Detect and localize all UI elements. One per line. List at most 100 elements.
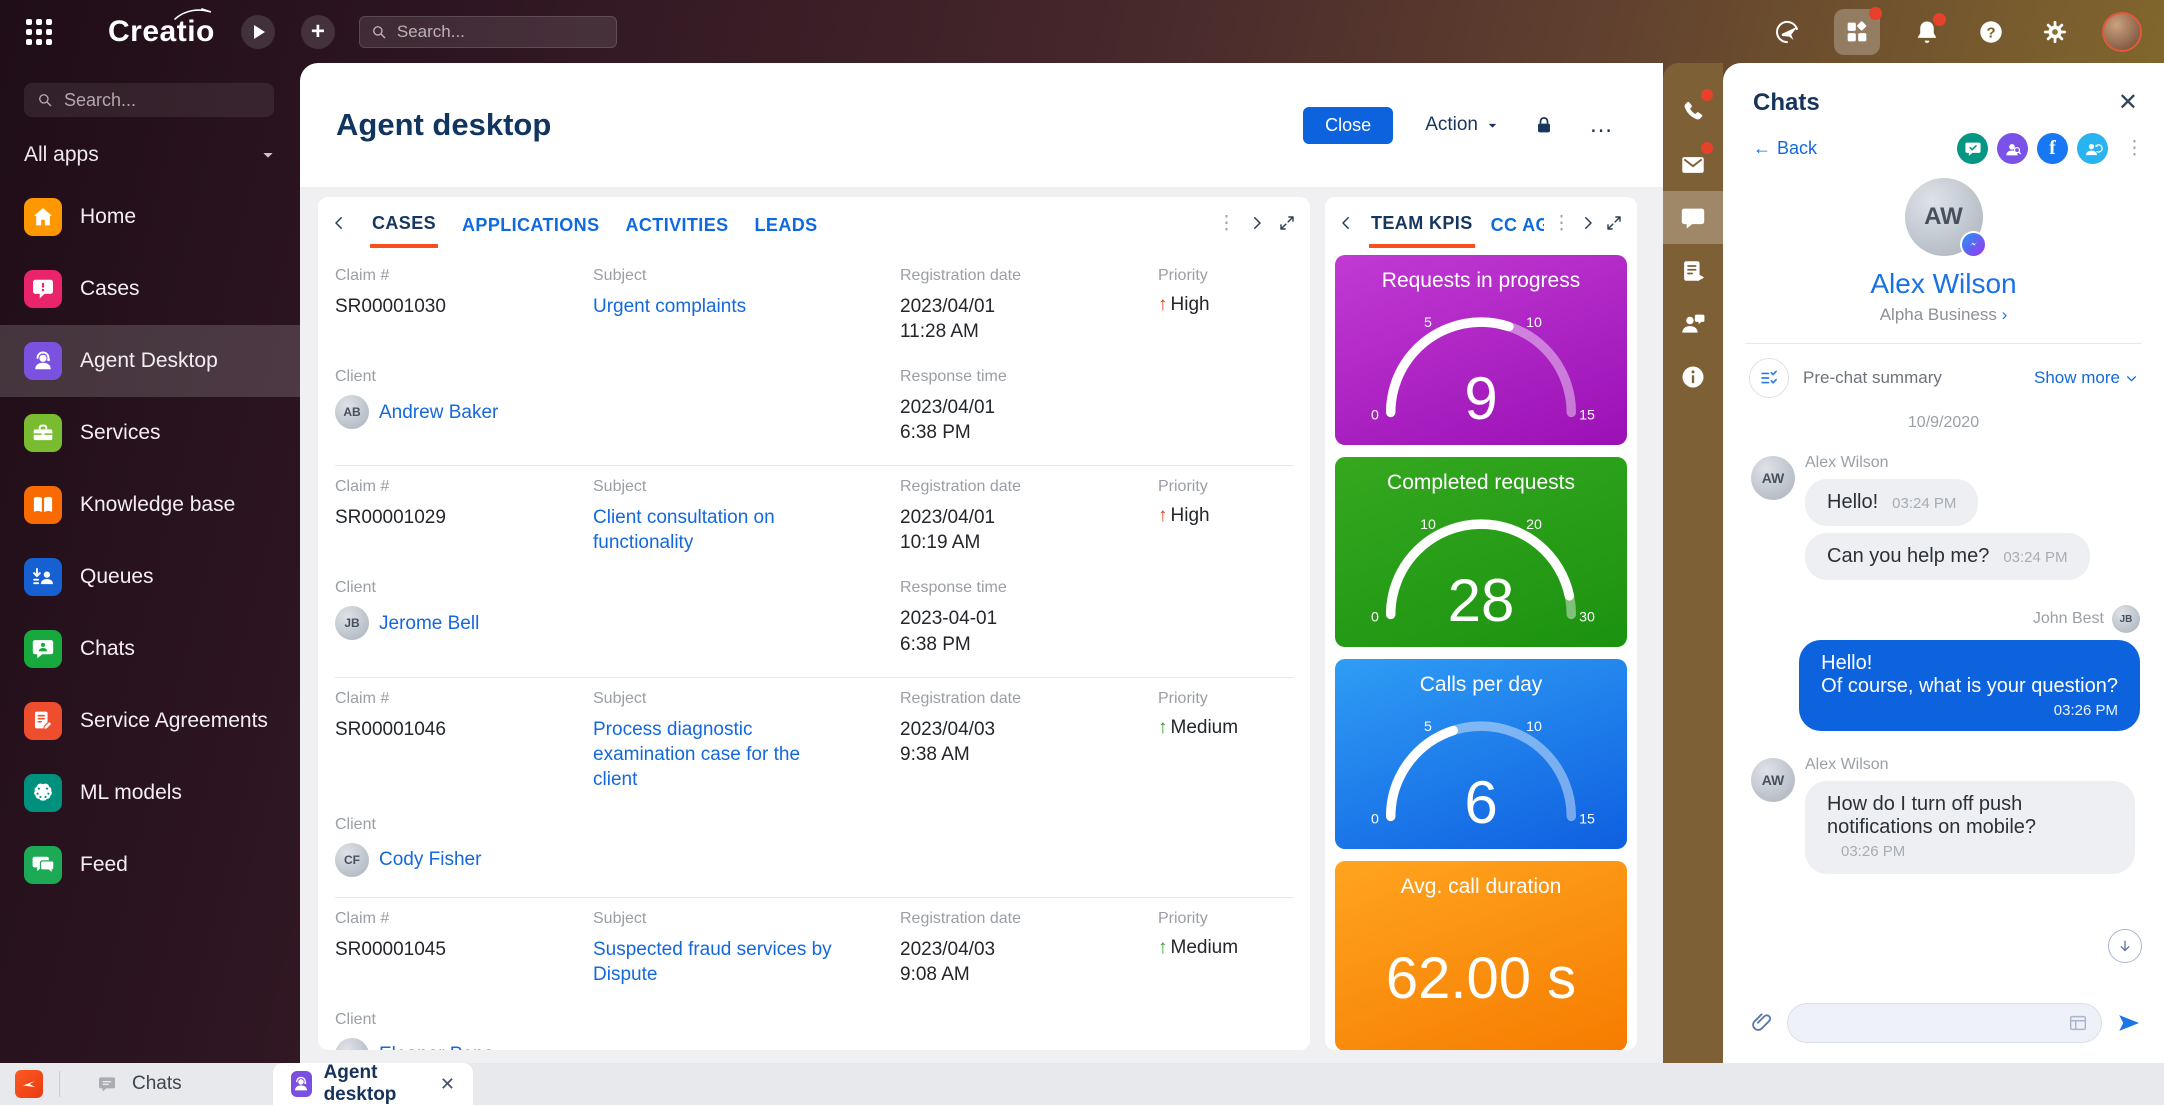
- email-icon[interactable]: [1663, 138, 1723, 191]
- client-link[interactable]: Jerome Bell: [379, 611, 479, 636]
- workspace-selector[interactable]: All apps: [24, 143, 276, 167]
- sidebar-item-home[interactable]: Home: [0, 181, 300, 253]
- app-grid-icon[interactable]: [22, 15, 56, 49]
- claim-value: SR00001045: [335, 937, 593, 962]
- sidebar-item-services[interactable]: Services: [0, 397, 300, 469]
- subject-cell: Subject Urgent complaints: [593, 267, 900, 344]
- client-link[interactable]: Eleanor Pena: [379, 1042, 494, 1050]
- contact-name-link[interactable]: Alex Wilson: [1723, 268, 2164, 300]
- web-chat-channel-icon[interactable]: [1957, 133, 1988, 164]
- send-message-icon[interactable]: [2114, 1009, 2142, 1037]
- chats-icon[interactable]: [1663, 191, 1723, 244]
- subject-link[interactable]: Client consultation on functionality: [593, 505, 848, 555]
- subject-link[interactable]: Urgent complaints: [593, 294, 848, 319]
- portal-channel-icon[interactable]: [1997, 133, 2028, 164]
- sidebar-item-queues[interactable]: Queues: [0, 541, 300, 613]
- calls-icon[interactable]: [1663, 85, 1723, 138]
- tabs-scroll-right-icon[interactable]: [1248, 214, 1266, 232]
- tab-team-kpis[interactable]: TEAM KPIS: [1369, 199, 1475, 248]
- tab-cc-agent-home[interactable]: CC AGENT HO: [1489, 201, 1544, 246]
- close-icon[interactable]: ✕: [440, 1074, 455, 1095]
- sidebar-item-service-agreements[interactable]: Service Agreements: [0, 685, 300, 757]
- communication-panel-icon[interactable]: [1770, 15, 1804, 49]
- close-button[interactable]: Close: [1303, 107, 1393, 144]
- sidebar-item-agent-desktop[interactable]: Agent Desktop: [0, 325, 300, 397]
- message-template-icon[interactable]: [2067, 1012, 2089, 1034]
- message-bubbles: Hello!03:24 PMCan you help me?03:24 PM: [1805, 479, 2140, 587]
- transfer-chat-icon[interactable]: [2077, 133, 2108, 164]
- case-row[interactable]: Claim # SR00001029 Subject Client consul…: [335, 466, 1293, 677]
- response-time-cell: Response time 2023/04/01 6:38 PM: [900, 368, 1293, 445]
- subject-link[interactable]: Process diagnostic examination case for …: [593, 717, 848, 792]
- claim-cell: Claim # SR00001045: [335, 910, 593, 987]
- case-row[interactable]: Claim # SR00001030 Subject Urgent compla…: [335, 255, 1293, 466]
- tab-kebab-icon[interactable]: ⋮: [1552, 221, 1571, 226]
- cases-feed-icon[interactable]: [1663, 244, 1723, 297]
- sidebar-item-cases[interactable]: Cases: [0, 253, 300, 325]
- message-author: John Best: [2033, 610, 2104, 628]
- global-search[interactable]: [359, 16, 617, 48]
- add-button[interactable]: +: [301, 15, 335, 49]
- expand-icon[interactable]: [1605, 214, 1623, 232]
- kpi-card-requests-in-progress[interactable]: Requests in progress 051015 9: [1335, 255, 1627, 445]
- close-icon[interactable]: ✕: [2118, 91, 2138, 115]
- message-input[interactable]: [1787, 1003, 2102, 1043]
- registration-time-value: 9:38 AM: [900, 742, 1158, 767]
- case-row[interactable]: Claim # SR00001045 Subject Suspected fra…: [335, 898, 1293, 1050]
- attach-file-icon[interactable]: [1749, 1010, 1775, 1036]
- contact-avatar[interactable]: AW: [1905, 178, 1983, 256]
- sidebar-item-chats[interactable]: Chats: [0, 613, 300, 685]
- client-cell: Client JB Jerome Bell: [335, 579, 900, 656]
- sidebar-item-feed[interactable]: Feed: [0, 829, 300, 901]
- message-time: 03:26 PM: [1841, 843, 1905, 860]
- sidebar-item-knowledge-base[interactable]: Knowledge base: [0, 469, 300, 541]
- chat-bubble: Can you help me?03:24 PM: [1805, 533, 2090, 580]
- taskbar: Chats Agent desktop ✕: [0, 1063, 2164, 1105]
- sidebar-search[interactable]: [24, 83, 274, 117]
- taskbar-item-chats[interactable]: Chats: [76, 1063, 200, 1105]
- agent-chats-icon[interactable]: [1663, 297, 1723, 350]
- contact-company-link[interactable]: Alpha Business ›: [1723, 305, 2164, 325]
- info-icon[interactable]: [1663, 350, 1723, 403]
- kpi-card-completed-requests[interactable]: Completed requests 0102030 28: [1335, 457, 1627, 647]
- settings-icon[interactable]: [2038, 15, 2072, 49]
- tab-activities[interactable]: ACTIVITIES: [624, 201, 731, 246]
- chat-kebab-icon[interactable]: ⋮: [2125, 146, 2144, 151]
- sidebar-search-input[interactable]: [64, 90, 244, 111]
- case-row[interactable]: Claim # SR00001046 Subject Process diagn…: [335, 678, 1293, 898]
- message-author: Alex Wilson: [1805, 756, 2140, 774]
- message-input-field[interactable]: [1806, 1013, 2067, 1034]
- tabs-scroll-right-icon[interactable]: [1579, 214, 1597, 232]
- expand-icon[interactable]: [1278, 214, 1296, 232]
- facebook-channel-icon[interactable]: f: [2037, 133, 2068, 164]
- lock-icon[interactable]: [1531, 112, 1557, 138]
- summary-list-icon[interactable]: [1749, 358, 1789, 398]
- back-button[interactable]: ← Back: [1753, 138, 1817, 159]
- kpi-card-avg-call-duration[interactable]: Avg. call duration 62.00 s: [1335, 861, 1627, 1050]
- profile-avatar[interactable]: [2102, 12, 2142, 52]
- subject-link[interactable]: Suspected fraud services by Dispute: [593, 937, 848, 987]
- tab-kebab-icon[interactable]: ⋮: [1217, 221, 1236, 226]
- show-more-link[interactable]: Show more: [2034, 368, 2138, 388]
- client-link[interactable]: Andrew Baker: [379, 400, 498, 425]
- creatio-taskbar-icon[interactable]: [15, 1070, 43, 1098]
- tab-leads[interactable]: LEADS: [753, 201, 820, 246]
- taskbar-item-agent-desktop[interactable]: Agent desktop ✕: [273, 1063, 473, 1105]
- kpi-card-calls-per-day[interactable]: Calls per day 051015 6: [1335, 659, 1627, 849]
- run-process-button[interactable]: [241, 15, 275, 49]
- action-button[interactable]: Action: [1425, 114, 1499, 136]
- tab-cases[interactable]: CASES: [370, 199, 438, 248]
- more-options-icon[interactable]: …: [1589, 120, 1615, 130]
- client-link[interactable]: Cody Fisher: [379, 847, 481, 872]
- priority-arrow-icon: ↑: [1158, 505, 1168, 527]
- tab-applications[interactable]: APPLICATIONS: [460, 201, 601, 246]
- app-launcher-icon[interactable]: [1834, 9, 1880, 55]
- notifications-icon[interactable]: [1910, 15, 1944, 49]
- help-icon[interactable]: ?: [1974, 15, 2008, 49]
- tabs-scroll-left-icon[interactable]: [330, 214, 348, 232]
- tabs-scroll-left-icon[interactable]: [1337, 214, 1355, 232]
- global-search-input[interactable]: [397, 22, 597, 42]
- sidebar-item-ml-models[interactable]: ML models: [0, 757, 300, 829]
- sidebar-item-label: Cases: [80, 277, 140, 301]
- scroll-to-bottom-button[interactable]: [2108, 929, 2142, 963]
